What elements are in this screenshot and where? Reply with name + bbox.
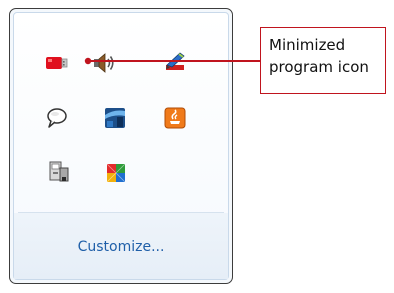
blue-app-icon[interactable] xyxy=(102,105,128,131)
pen-app-icon[interactable] xyxy=(162,49,188,75)
avg-antivirus-icon[interactable] xyxy=(103,160,129,186)
callout-text-line2: program icon xyxy=(269,58,369,76)
callout-box: Minimized program icon xyxy=(260,27,386,94)
chat-bubble-icon[interactable] xyxy=(44,105,70,131)
callout-text-line1: Minimized xyxy=(269,36,346,54)
customize-link[interactable]: Customize... xyxy=(14,239,228,255)
screenshot: Customize... Minimized program icon xyxy=(0,0,394,293)
usb-drive-icon[interactable] xyxy=(44,50,70,76)
java-icon[interactable] xyxy=(162,105,188,131)
network-adapter-icon[interactable] xyxy=(46,159,72,185)
customize-footer: Customize... xyxy=(14,213,228,279)
speaker-volume-icon[interactable] xyxy=(91,50,117,76)
flyout-panel: Customize... xyxy=(13,12,229,280)
tray-icon-grid xyxy=(14,13,228,211)
notification-overflow-flyout: Customize... xyxy=(9,8,233,284)
